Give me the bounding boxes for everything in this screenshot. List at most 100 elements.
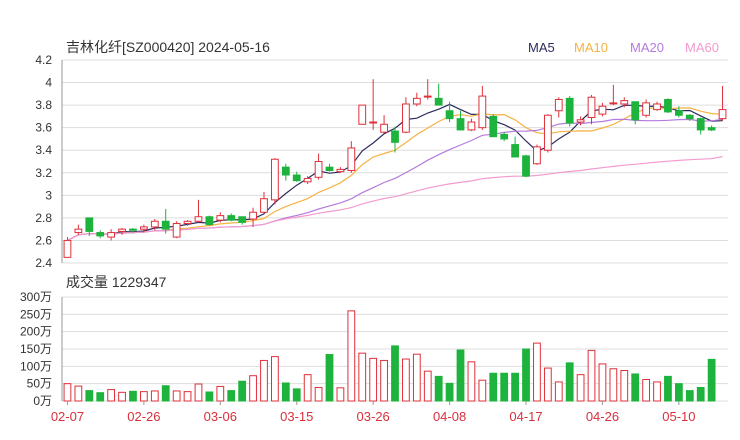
candle-body <box>336 168 345 173</box>
candle-body <box>129 228 137 231</box>
candle <box>653 101 661 111</box>
volume-bar <box>391 345 399 402</box>
candle-body <box>183 220 192 225</box>
candle <box>194 199 203 223</box>
volume-bar <box>467 361 476 402</box>
candle-body <box>467 121 476 131</box>
price-grid <box>61 59 728 264</box>
volume-bar <box>664 375 672 402</box>
volume-bar <box>533 342 541 402</box>
volume-bar <box>347 310 356 402</box>
legend-ma60: MA60 <box>685 40 719 55</box>
candle-body <box>118 228 126 232</box>
volume-bar <box>674 383 683 402</box>
volume-bar <box>587 349 596 402</box>
price-tick-label: 3.8 <box>35 98 52 112</box>
price-tick-label: 3.4 <box>35 143 52 157</box>
volume-bar <box>554 381 563 402</box>
volume-bar <box>118 391 126 402</box>
candle-body <box>194 216 203 222</box>
candle <box>402 97 410 134</box>
volume-axis: 300万 250万 200万 150万 100万 50万 0万 <box>20 290 52 408</box>
price-tick-label: 2.6 <box>35 233 52 247</box>
volume-bar <box>402 358 410 402</box>
candle-body <box>674 110 683 116</box>
volume-bar <box>543 367 552 402</box>
candle <box>380 115 388 134</box>
candle-body <box>369 121 378 124</box>
candle <box>489 114 498 138</box>
candle-body <box>172 223 181 238</box>
volume-bar <box>653 381 661 402</box>
legend: MA5 MA10 MA20 MA60 <box>528 40 719 55</box>
volume-bar <box>85 390 94 402</box>
candle <box>314 153 323 180</box>
candle <box>456 110 465 131</box>
date-tick-label: 04-17 <box>509 409 542 424</box>
candle <box>369 79 378 130</box>
candle-body <box>554 98 563 112</box>
volume-bar <box>576 374 585 402</box>
candle-body <box>249 211 257 220</box>
volume-tick-label: 100万 <box>20 359 52 373</box>
candle <box>587 94 596 125</box>
volume-bar <box>260 359 268 402</box>
volume-bar <box>194 383 203 402</box>
candle <box>707 125 716 132</box>
volume-bar <box>642 379 650 402</box>
candle-body <box>565 97 574 124</box>
price-tick-label: 3.6 <box>35 121 52 135</box>
volume-tick-label: 300万 <box>20 290 52 304</box>
volume-bar <box>489 372 498 402</box>
volume-bar <box>620 369 629 402</box>
candle-body <box>434 97 443 106</box>
candle-body <box>96 232 105 237</box>
candle <box>664 98 672 114</box>
candle-body <box>314 161 323 178</box>
candle-body <box>325 166 334 172</box>
candle-body <box>140 226 148 230</box>
volume-bar <box>336 387 345 402</box>
date-tick-label: 02-26 <box>127 409 160 424</box>
date-tick-label: 03-15 <box>280 409 313 424</box>
price-tick-label: 2.8 <box>35 211 52 225</box>
candle <box>412 92 421 107</box>
volume-bar <box>445 382 454 402</box>
candle-body <box>631 101 640 121</box>
candle-body <box>402 103 410 133</box>
candle <box>565 96 574 127</box>
candle-body <box>63 239 72 258</box>
candle <box>96 230 105 239</box>
volume-bar <box>303 374 312 402</box>
candle-body <box>598 105 607 115</box>
legend-ma20: MA20 <box>630 40 664 55</box>
volume-tick-label: 200万 <box>20 325 52 339</box>
candle <box>347 141 356 173</box>
volume-bar <box>205 391 214 402</box>
candle <box>227 213 236 222</box>
volume-tick-label: 250万 <box>20 307 52 321</box>
volume-bar <box>63 383 72 402</box>
volume-bar <box>183 391 192 402</box>
candle-body <box>412 97 421 105</box>
candle <box>281 163 290 181</box>
candle-body <box>533 146 541 165</box>
volume-bar <box>456 349 465 402</box>
candle-body <box>489 115 498 138</box>
volume-bar <box>434 375 443 402</box>
volume-bar <box>696 386 705 402</box>
volume-bar <box>325 354 334 402</box>
chart-title: 吉林化纤[SZ000420] 2024-05-16 <box>66 39 270 55</box>
volume-bar <box>609 368 618 402</box>
date-tick-label: 04-26 <box>586 409 619 424</box>
volume-bar <box>74 385 83 402</box>
candle-body <box>358 104 367 125</box>
volume-bar <box>249 375 257 402</box>
volume-tick-label: 150万 <box>20 342 52 356</box>
candle-body <box>85 217 94 232</box>
candle-body <box>685 114 694 120</box>
price-tick-label: 4 <box>45 76 52 90</box>
candle-body <box>238 216 247 223</box>
candle-body <box>347 147 356 172</box>
candle-body <box>227 215 236 221</box>
